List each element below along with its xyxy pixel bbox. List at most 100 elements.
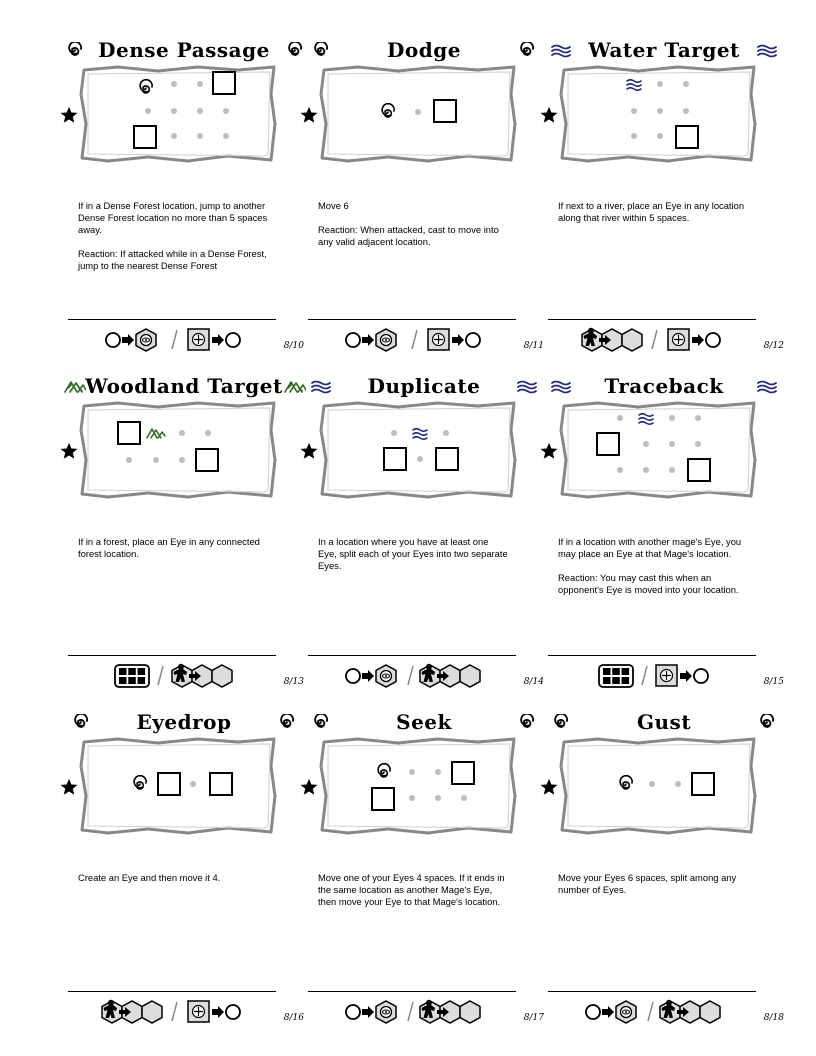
card-traceback: Traceback If in a location with another …: [540, 370, 784, 702]
page-number: 8/13: [283, 677, 304, 687]
page-number: 8/11: [523, 341, 544, 351]
move-to-circle-cost-icon: [667, 328, 721, 351]
eye-from-circle-cost-icon: [585, 1000, 637, 1024]
forest-icon: [284, 381, 306, 393]
page-number: 8/17: [523, 1013, 544, 1023]
casting-cost: [114, 663, 233, 688]
meeple-hex-cost-icon: [171, 663, 233, 688]
meeple-hex-cost-icon: [101, 999, 163, 1024]
card-title: Traceback: [604, 374, 724, 398]
card-title: Woodland Target: [85, 374, 283, 398]
divider: [308, 991, 516, 992]
star-icon: [60, 778, 78, 795]
casting-cost: [345, 999, 481, 1024]
spiral-icon: [760, 714, 774, 728]
eye-from-circle-cost-icon: [345, 328, 397, 352]
casting-cost: [345, 328, 481, 352]
parchment-map: [559, 65, 757, 163]
water-icon: [517, 380, 537, 394]
meeple-hex-cost-icon: [659, 999, 721, 1024]
separator-slash: [407, 665, 414, 686]
casting-cost: [101, 999, 241, 1024]
card-description: Move your Eyes 6 spaces, split among any…: [558, 872, 737, 895]
parchment-map: [559, 401, 757, 499]
page-number: 8/16: [283, 1013, 304, 1023]
star-icon: [300, 778, 318, 795]
parchment-map: [79, 737, 277, 835]
divider: [68, 655, 276, 656]
page-number: 8/10: [283, 341, 304, 351]
meeple-hex-cost-icon: [419, 999, 481, 1024]
meeple-hex-cost-icon: [419, 663, 481, 688]
meeple-hex-cost-icon: [581, 327, 643, 352]
card-title: Dodge: [387, 38, 461, 62]
separator-slash: [651, 329, 658, 350]
water-icon: [757, 44, 777, 58]
parchment-map: [79, 401, 277, 499]
star-icon: [60, 442, 78, 459]
casting-cost: [585, 999, 721, 1024]
separator-slash: [171, 329, 178, 350]
divider: [548, 655, 756, 656]
card-description: In a location where you have at least on…: [318, 536, 508, 571]
star-icon: [300, 106, 318, 123]
separator-slash: [411, 329, 418, 350]
card-woodland-target: Woodland Target If in a forest, place an…: [60, 370, 306, 702]
card-dense-passage: Dense Passage If in a Dense Forest locat…: [60, 34, 304, 366]
card-eyedrop: Eyedrop Create an Eye and then move it 4…: [60, 706, 304, 1038]
water-icon: [757, 380, 777, 394]
divider: [68, 991, 276, 992]
move-to-circle-cost-icon: [187, 328, 241, 351]
card-title: Seek: [396, 710, 452, 734]
card-gust: Gust Move your Eyes 6 spaces, split amon…: [540, 706, 784, 1038]
divider: [308, 655, 516, 656]
parchment-map: [319, 65, 517, 163]
separator-slash: [157, 665, 164, 686]
star-icon: [60, 106, 78, 123]
eye-from-circle-cost-icon: [345, 664, 397, 688]
grid-cost-icon: [114, 664, 150, 688]
separator-slash: [641, 665, 648, 686]
divider: [548, 991, 756, 992]
separator-slash: [407, 1001, 414, 1022]
divider: [308, 319, 516, 320]
spiral-icon: [520, 714, 534, 728]
spiral-icon: [280, 714, 294, 728]
star-icon: [540, 778, 558, 795]
move-to-circle-cost-icon: [427, 328, 481, 351]
parchment-map: [319, 737, 517, 835]
divider: [548, 319, 756, 320]
card-title: Water Target: [588, 38, 740, 62]
divider: [68, 319, 276, 320]
card-title: Duplicate: [367, 374, 481, 398]
eye-from-circle-cost-icon: [105, 328, 157, 352]
card-water-target: Water Target If next to a river, place a…: [540, 34, 784, 366]
page-number: 8/15: [763, 677, 784, 687]
casting-cost: [105, 328, 241, 352]
card-title: Gust: [636, 710, 692, 734]
casting-cost: [581, 327, 721, 352]
spiral-icon: [520, 42, 534, 56]
page-number: 8/18: [763, 1013, 784, 1023]
card-description: If in a forest, place an Eye in any conn…: [78, 536, 260, 559]
star-icon: [300, 442, 318, 459]
page-number: 8/12: [763, 341, 784, 351]
card-title: Eyedrop: [136, 710, 232, 734]
separator-slash: [171, 1001, 178, 1022]
card-description: If in a location with another mage's Eye…: [558, 536, 742, 595]
page-number: 8/14: [523, 677, 544, 687]
grid-cost-icon: [598, 664, 634, 688]
spiral-icon: [288, 42, 302, 56]
star-icon: [540, 106, 558, 123]
casting-cost: [598, 664, 709, 688]
move-to-circle-cost-icon: [187, 1000, 241, 1023]
parchment-map: [79, 65, 277, 163]
card-title: Dense Passage: [98, 38, 270, 62]
card-description: If in a Dense Forest location, jump to a…: [78, 200, 268, 271]
casting-cost: [345, 663, 481, 688]
card-description: Create an Eye and then move it 4.: [78, 872, 221, 883]
card-duplicate: Duplicate In a location where you have a…: [300, 370, 544, 702]
move-to-circle-cost-icon: [655, 664, 709, 687]
card-dodge: Dodge Move 6 Reaction: When attacked, ca…: [300, 34, 544, 366]
card-description: Move one of your Eyes 4 spaces. If it en…: [318, 872, 505, 907]
